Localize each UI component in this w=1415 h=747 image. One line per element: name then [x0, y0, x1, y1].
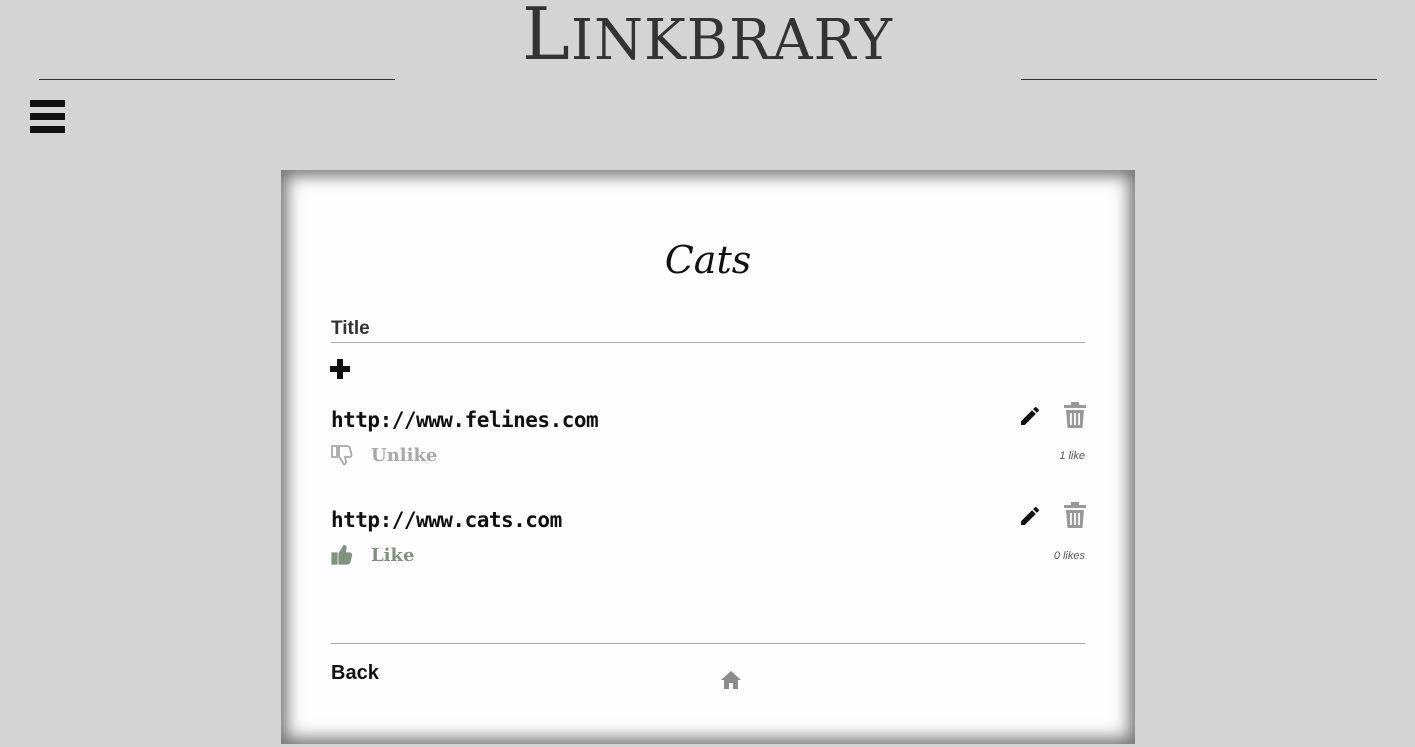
header-rule-left	[39, 79, 395, 80]
link-item: http://www.felines.com Unlike 1 like	[331, 402, 1086, 488]
logo-initial: L	[522, 0, 571, 76]
vote-label: Like	[371, 544, 415, 566]
like-button[interactable]: Like	[331, 542, 414, 568]
back-link[interactable]: Back	[331, 662, 379, 685]
link-url[interactable]: http://www.cats.com	[331, 508, 562, 532]
thumbs-down-icon	[331, 445, 353, 466]
like-count: 1 like	[1059, 450, 1085, 462]
header-rule-right	[1021, 79, 1377, 80]
home-icon[interactable]	[719, 668, 743, 692]
trash-icon[interactable]	[1064, 402, 1086, 428]
collection-card: Cats http://www.felines.com Unlike 1 lik…	[281, 170, 1135, 744]
thumbs-up-icon	[331, 544, 353, 565]
site-logo: LINKBRARY	[0, 0, 1415, 75]
edit-pencil-icon[interactable]	[1018, 404, 1042, 428]
logo-rest: INKBRARY	[570, 8, 893, 73]
trash-icon[interactable]	[1064, 502, 1086, 528]
unlike-button[interactable]: Unlike	[331, 442, 437, 468]
add-link-icon[interactable]	[330, 359, 350, 379]
vote-label: Unlike	[371, 444, 438, 466]
menu-bar	[30, 126, 65, 133]
new-link-title-input[interactable]	[331, 316, 1085, 343]
link-item: http://www.cats.com Like 0 likes	[331, 502, 1086, 588]
footer-divider	[331, 643, 1085, 644]
hamburger-menu-icon[interactable]	[30, 100, 65, 134]
link-url[interactable]: http://www.felines.com	[331, 408, 599, 432]
menu-bar	[30, 100, 65, 107]
menu-bar	[30, 113, 65, 120]
like-count: 0 likes	[1053, 550, 1085, 562]
collection-title: Cats	[664, 238, 752, 282]
edit-pencil-icon[interactable]	[1018, 504, 1042, 528]
